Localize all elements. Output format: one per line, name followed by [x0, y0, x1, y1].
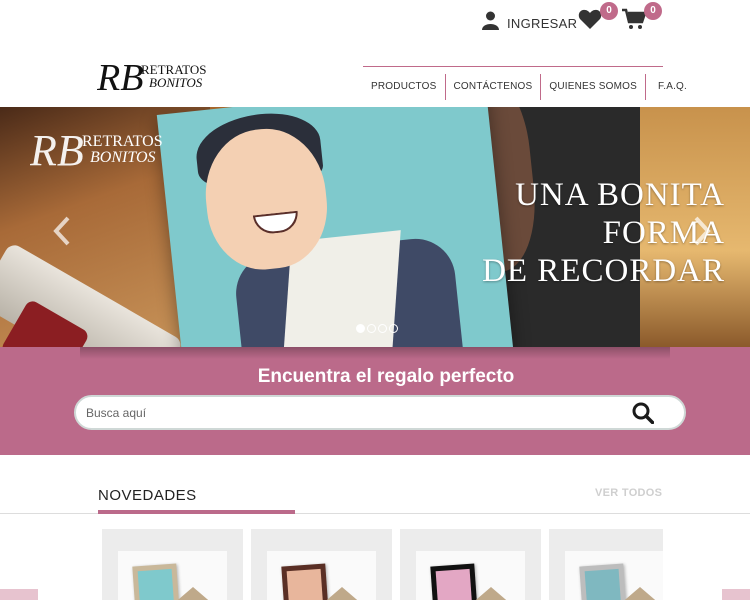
cart-count-badge: 0 — [644, 2, 662, 20]
login-link[interactable]: INGRESAR — [482, 10, 577, 36]
cart-icon — [622, 8, 647, 34]
products-next-tab[interactable] — [722, 589, 750, 600]
nav-item-quienes-somos[interactable]: QUIENES SOMOS — [541, 74, 647, 100]
product-image — [118, 551, 228, 600]
hero-banner[interactable]: RB RETRATOS BONITOS UNA BONITA FORMA DE … — [0, 107, 750, 347]
carousel-dots — [356, 324, 398, 333]
nav-divider — [363, 66, 663, 67]
hero-logo: RB RETRATOS BONITOS — [29, 125, 170, 177]
search-box — [74, 395, 686, 430]
carousel-dot-3[interactable] — [378, 324, 387, 333]
nav-item-productos[interactable]: PRODUCTOS — [363, 74, 446, 100]
product-card[interactable] — [549, 529, 663, 600]
products-prev-tab[interactable] — [0, 589, 38, 600]
chevron-right-icon — [690, 216, 714, 252]
novedades-title: NOVEDADES — [98, 487, 197, 504]
heart-icon — [578, 9, 602, 34]
svg-text:BONITOS: BONITOS — [149, 75, 203, 90]
carousel-prev-button[interactable] — [50, 214, 74, 248]
product-image — [267, 551, 377, 600]
search-icon — [632, 402, 655, 428]
wishlist-button[interactable]: 0 — [578, 2, 618, 34]
product-card[interactable] — [400, 529, 541, 600]
hero-title-line2: DE RECORDAR — [482, 253, 725, 289]
hero-title-line1: UNA BONITA FORMA — [515, 177, 725, 251]
login-label: INGRESAR — [507, 15, 578, 31]
nav-item-contactenos[interactable]: CONTÁCTENOS — [446, 74, 542, 100]
product-card[interactable] — [251, 529, 392, 600]
product-card[interactable] — [102, 529, 243, 600]
carousel-next-button[interactable] — [690, 214, 714, 248]
svg-text:RETRATOS: RETRATOS — [82, 133, 163, 150]
svg-text:RB: RB — [30, 126, 84, 175]
search-title: Encuentra el regalo perfecto — [257, 366, 515, 387]
main-nav: PRODUCTOS CONTÁCTENOS QUIENES SOMOS F.A.… — [363, 74, 695, 100]
wishlist-count-badge: 0 — [600, 2, 618, 20]
product-image — [416, 551, 526, 600]
nav-item-faq[interactable]: F.A.Q. — [646, 74, 695, 100]
products-row — [102, 529, 663, 600]
search-input[interactable] — [86, 397, 616, 428]
svg-text:BONITOS: BONITOS — [90, 149, 156, 166]
hero-title: UNA BONITA FORMA DE RECORDAR — [395, 176, 725, 290]
view-all-link[interactable]: VER TODOS — [595, 487, 662, 499]
product-image — [565, 551, 663, 600]
top-bar: INGRESAR 0 0 — [0, 0, 750, 48]
novedades-underline — [98, 510, 295, 514]
cart-button[interactable]: 0 — [622, 2, 662, 34]
search-section-shadow — [80, 347, 670, 359]
user-icon — [482, 11, 499, 35]
search-button[interactable] — [632, 402, 655, 425]
chevron-left-icon — [50, 216, 74, 252]
carousel-dot-1[interactable] — [356, 324, 365, 333]
site-logo[interactable]: RB RETRATOS BONITOS — [96, 56, 212, 99]
svg-text:RB: RB — [97, 57, 143, 98]
carousel-dot-4[interactable] — [389, 324, 398, 333]
carousel-dot-2[interactable] — [367, 324, 376, 333]
